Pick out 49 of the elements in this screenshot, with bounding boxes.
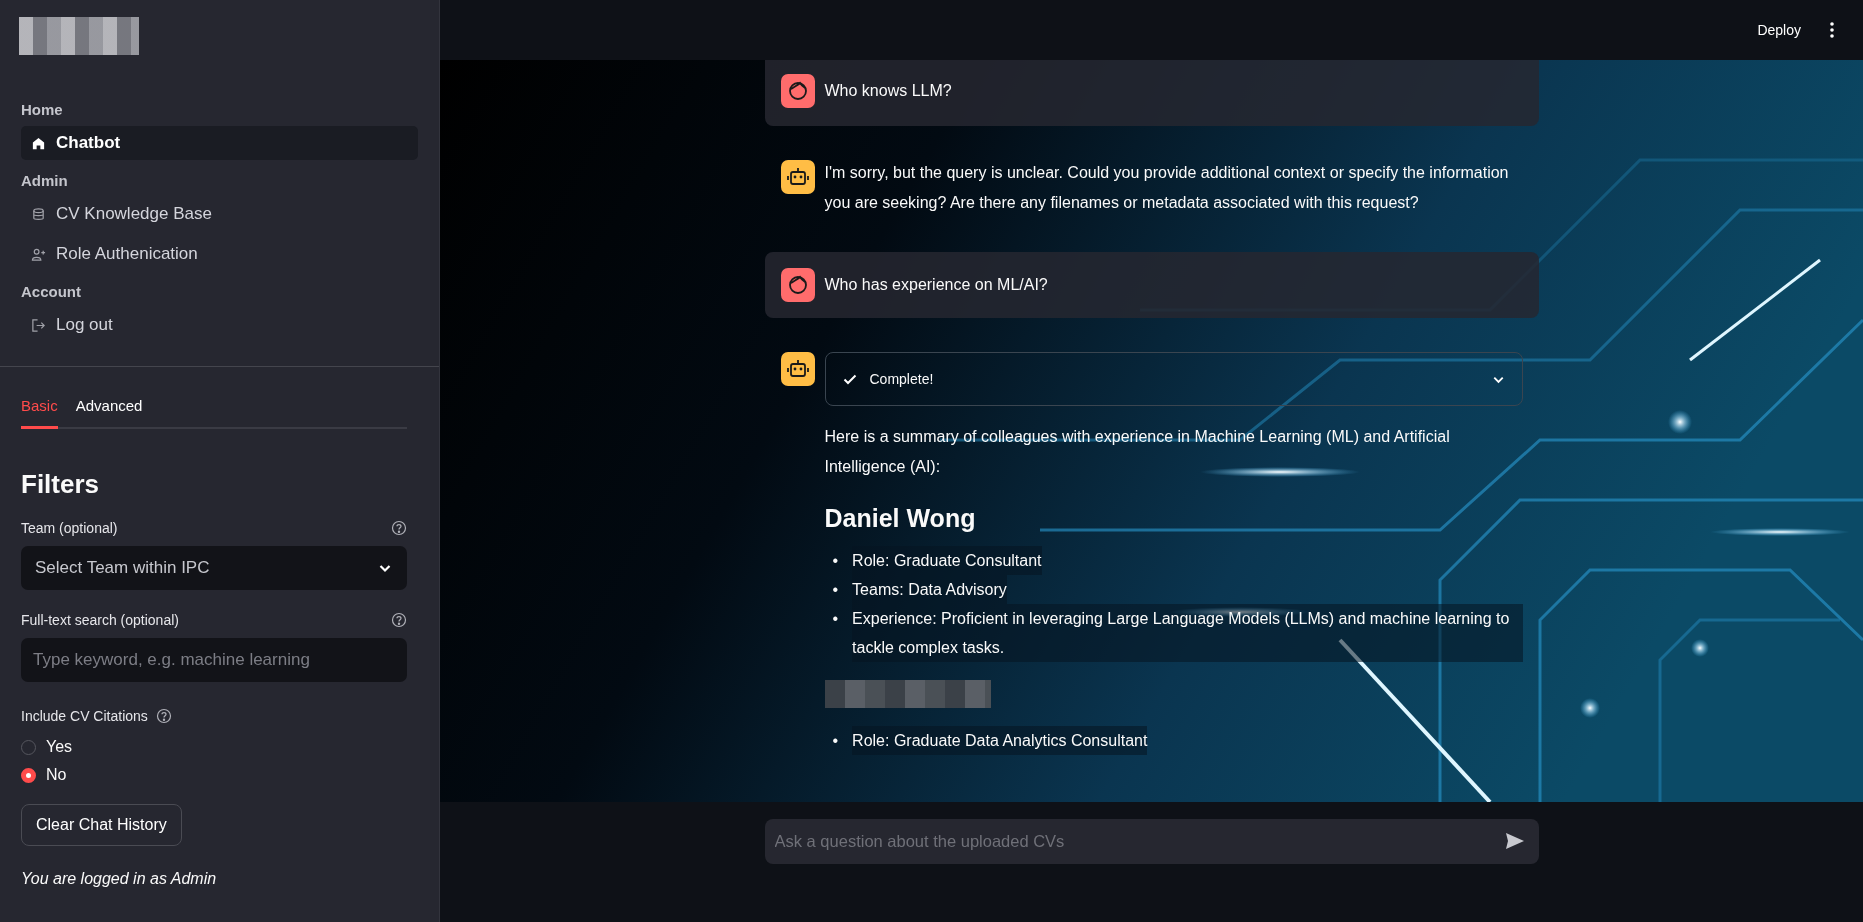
deploy-button[interactable]: Deploy [1751,21,1807,39]
bullet-item: Experience: Proficient in leveraging Large Language Models (LLMs) and machine learning to tackle complex tasks. [852,604,1523,662]
bullet-marker: • [832,580,839,600]
bullet-marker: • [832,551,839,571]
chat-input-field[interactable]: Ask a question about the uploaded CVs [764,819,1539,864]
help-icon[interactable] [391,520,407,536]
login-note: You are logged in as Admin [21,870,218,888]
bullet-item: Role: Graduate Consultant [852,546,1042,575]
user-avatar-icon [780,268,815,302]
message-text: I'm sorry, but the query is unclear. Could you provide additional context or specify the information you are seeking? Are there any filenames or metadata associated with this request? [824,163,1510,213]
menu-icon[interactable] [1829,21,1835,39]
person-heading: Daniel Wong [824,503,977,534]
sidebar-nav-item[interactable]: Role Authenication [21,237,418,271]
team-dropdown[interactable]: Select Team within IPC [21,546,407,590]
user-avatar-icon [780,74,815,108]
field-label: Team (optional) [21,520,118,536]
logout-icon [31,317,46,333]
field-label: Include CV Citations [21,708,148,724]
send-icon[interactable] [1504,831,1525,851]
bullet-item: Teams: Data Advisory [852,575,1007,604]
radio-option[interactable]: No [21,766,67,784]
add-person-icon [31,246,46,262]
field-label: Full-text search (optional) [21,612,179,628]
message-text: Here is a summary of colleagues with experience in Machine Learning (ML) and Artificial Intelligence (AI): [824,427,1451,477]
nav-section-heading: Admin [21,172,69,189]
message-text: Who has experience on ML/AI? [824,275,1049,295]
bullet-marker: • [832,731,839,751]
radio-button[interactable] [21,767,36,783]
nav-section-heading: Account [21,283,82,300]
clear-history-button[interactable]: Clear Chat History [21,804,182,846]
robot-avatar-icon [780,160,815,194]
status-expander[interactable]: Complete! [824,352,1523,406]
sidebar-tab[interactable]: Basic [21,397,58,429]
sidebar-nav-item[interactable]: Chatbot [21,126,418,160]
nav-section-heading: Home [21,101,64,118]
bullet-item: Role: Graduate Data Analytics Consultant [852,726,1148,755]
help-icon[interactable] [391,612,407,628]
home-icon [31,135,46,151]
filters-title: Filters [21,469,101,500]
message-text: Who knows LLM? [824,81,953,101]
sidebar-tab[interactable]: Advanced [75,397,143,429]
radio-option[interactable]: Yes [21,738,73,756]
sidebar-nav-item[interactable]: Log out [21,308,418,342]
search-field[interactable]: Type keyword, e.g. machine learning [21,638,407,682]
sidebar-nav-item[interactable]: CV Knowledge Base [21,197,418,231]
robot-avatar-icon [780,352,815,386]
help-icon[interactable] [155,708,172,724]
database-icon [31,206,46,222]
bullet-marker: • [832,609,839,629]
